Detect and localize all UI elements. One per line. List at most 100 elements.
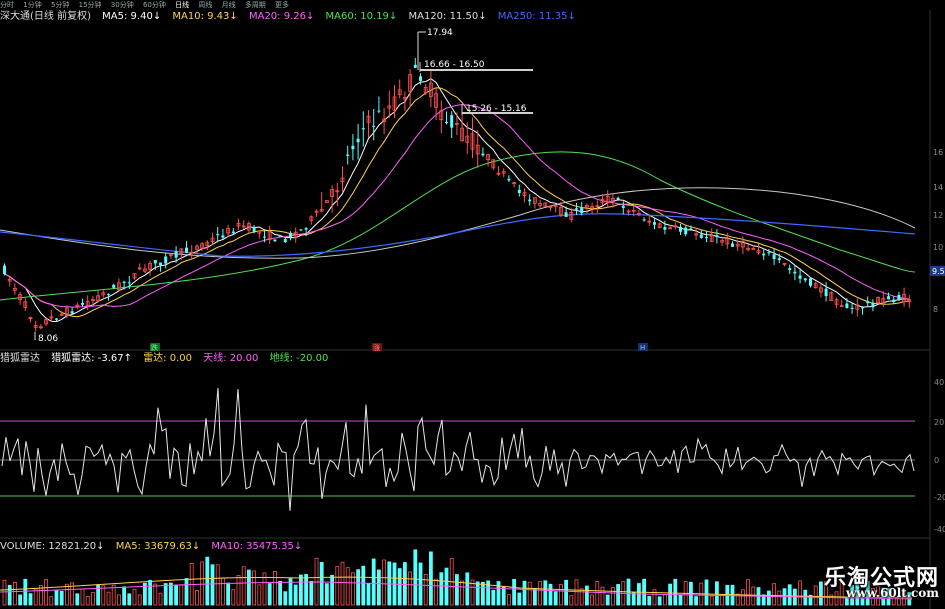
candle-body [793, 271, 797, 274]
volume-bar [496, 581, 501, 606]
volume-bar [158, 592, 163, 606]
candle-body [845, 303, 849, 308]
volume-bar [65, 583, 69, 606]
candle-body [517, 189, 521, 193]
volume-bar [148, 579, 153, 606]
candle-body [3, 265, 6, 274]
volume-bar [439, 572, 444, 606]
volume-bar [595, 581, 600, 606]
candle-body [127, 282, 131, 284]
volume-bar [663, 594, 667, 606]
candle-body [777, 258, 781, 261]
candle-body [663, 226, 667, 230]
volume-bar [517, 592, 522, 606]
volume-bar [423, 573, 428, 606]
volume-bar [236, 574, 241, 606]
volume-bar [122, 586, 126, 606]
volume-bar [787, 584, 792, 606]
candle-body [273, 239, 277, 242]
volume-bar [18, 594, 23, 606]
candle-body [263, 236, 266, 238]
candle-body [221, 235, 225, 238]
candle-body [159, 262, 162, 266]
candle-body [892, 299, 896, 303]
price-axis-label: 9.5 [932, 267, 945, 276]
volume-bar [715, 581, 719, 606]
candle-body [642, 219, 646, 221]
volume-bar [257, 584, 262, 606]
volume-bar [533, 587, 537, 606]
volume-bar [569, 595, 574, 606]
volume-bar [54, 589, 59, 606]
volume-bar [413, 549, 418, 606]
volume-bar [616, 584, 620, 606]
volume-bar [512, 578, 516, 606]
volume-bar [720, 595, 724, 606]
volume-bar [293, 584, 298, 606]
volume-bar [590, 594, 594, 606]
volume-bar [376, 569, 381, 606]
candle-body [372, 125, 376, 127]
volume-bar [59, 590, 64, 606]
volume-bar [267, 583, 272, 606]
candle-body [897, 295, 901, 301]
volume-bar [402, 562, 407, 606]
volume-bar [330, 574, 335, 606]
volume-bar [605, 594, 610, 606]
volume-bar [132, 588, 137, 606]
volume-bar [746, 579, 750, 606]
volume-bar [834, 591, 839, 606]
volume-bar [434, 578, 439, 606]
volume-bar [33, 588, 38, 606]
volume-bar [205, 556, 210, 606]
volume-bar [226, 582, 231, 606]
volume-bar [397, 568, 402, 606]
candle-body [81, 302, 84, 305]
volume-bar [418, 562, 423, 606]
indicator-axis-label: 20 [934, 418, 944, 427]
volume-bars [0, 549, 913, 606]
volume-bar [772, 583, 776, 606]
volume-bar [460, 580, 465, 606]
volume-bar [49, 596, 54, 606]
volume-bar [174, 584, 179, 606]
candle-body [252, 227, 256, 232]
volume-bar [600, 586, 605, 606]
candle-body [564, 212, 568, 217]
volume-bar [163, 583, 168, 606]
candle-body [346, 154, 350, 156]
candle-body [788, 268, 792, 271]
volume-bar [335, 566, 340, 606]
volume-bar [543, 580, 548, 606]
candle-body [122, 281, 126, 283]
stock-chart-canvas[interactable]: 16 14 12 10 9.5 8 40 20 0 -20 -40 17.94 … [0, 0, 945, 609]
volume-bar [340, 561, 345, 606]
price-axis-label: 16 [933, 148, 943, 157]
volume-bar [85, 596, 90, 606]
volume-bar [548, 583, 553, 606]
volume-bar [506, 594, 511, 606]
volume-bar [361, 565, 366, 606]
volume-bar [741, 589, 745, 606]
volume-bar [241, 566, 246, 606]
oscillator-polyline [1, 387, 915, 511]
candle-body [304, 228, 308, 230]
candle-body [164, 256, 168, 264]
price-axis-label: 12 [933, 211, 943, 220]
price-band-label: 15.26 - 15.16 [466, 104, 527, 114]
candle-body [507, 178, 511, 181]
volume-bar [153, 583, 158, 606]
volume-bar [798, 580, 802, 606]
candle-body [772, 254, 776, 260]
candle-body [809, 278, 812, 286]
volume-bar [491, 589, 496, 606]
candle-body [887, 296, 890, 300]
volume-bar [366, 583, 371, 606]
volume-bar [652, 589, 657, 606]
candlesticks [3, 57, 912, 332]
volume-bar [803, 589, 808, 606]
candle-body [419, 76, 422, 81]
candle-body [699, 234, 703, 238]
volume-bar [673, 578, 678, 606]
volume-bar [819, 581, 823, 606]
